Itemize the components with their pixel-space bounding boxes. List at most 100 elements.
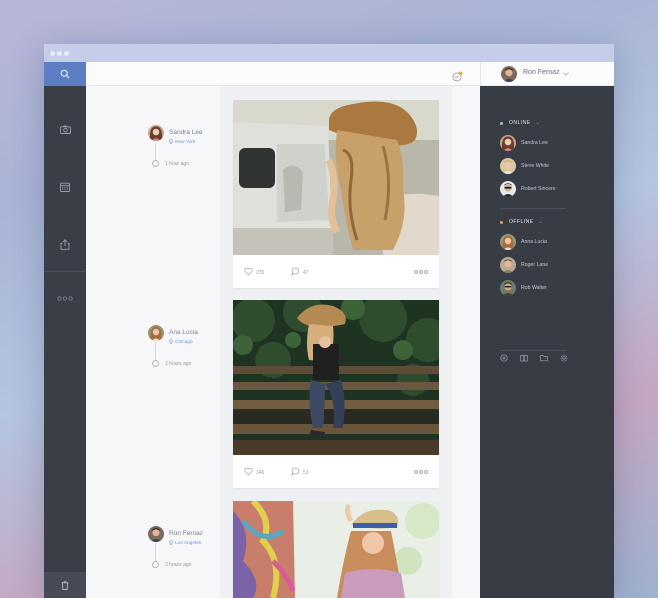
post-photo[interactable]	[233, 501, 439, 598]
window-maximize-dot[interactable]	[64, 51, 69, 56]
user-menu[interactable]: Ron Fernaz	[480, 62, 614, 86]
contacts-footer-divider	[500, 350, 566, 351]
location-pin-icon	[169, 339, 173, 344]
timeline-line	[155, 342, 156, 360]
camera-icon	[59, 125, 71, 134]
timeline-author[interactable]: Sandra Lee	[169, 129, 203, 136]
contact-item[interactable]: Anna Lucia	[500, 234, 547, 250]
avatar	[500, 135, 516, 151]
post-photo[interactable]	[233, 300, 439, 455]
window-titlebar	[44, 44, 614, 62]
post-card: 235 47	[233, 100, 439, 288]
chevron-down-icon[interactable]	[563, 72, 569, 76]
online-label: ONLINE	[509, 120, 531, 126]
notification-button[interactable]	[452, 69, 463, 87]
timeline-location-text: New York	[175, 140, 196, 145]
more-button[interactable]	[56, 291, 74, 305]
online-section-header[interactable]: ONLINE ⌄	[500, 120, 540, 126]
settings-icon[interactable]	[560, 354, 568, 362]
share-icon	[60, 238, 70, 250]
folder-icon[interactable]	[540, 354, 548, 362]
clock-icon	[152, 561, 159, 568]
share-button[interactable]	[58, 237, 72, 251]
contact-name: Rob Walter	[521, 285, 547, 291]
clock-icon	[152, 360, 159, 367]
avatar	[500, 158, 516, 174]
avatar[interactable]	[148, 325, 164, 341]
timeline-author[interactable]: Ana Lucia	[169, 329, 198, 336]
like-count: 346	[256, 470, 265, 476]
calendar-button[interactable]	[58, 180, 72, 194]
more-icon	[57, 295, 73, 301]
post-more-button[interactable]	[414, 270, 428, 274]
comment-count: 47	[303, 270, 309, 276]
location-pin-icon	[169, 139, 173, 144]
window-close-dot[interactable]	[50, 51, 55, 56]
offline-label: OFFLINE	[509, 219, 534, 225]
timeline-time: 1 hour ago	[165, 161, 189, 167]
post-more-button[interactable]	[414, 470, 428, 474]
avatar[interactable]	[148, 526, 164, 542]
contacts-divider	[500, 208, 566, 209]
avatar	[500, 280, 516, 296]
avatar[interactable]	[148, 125, 164, 141]
trash-button[interactable]	[44, 572, 86, 598]
avatar	[500, 257, 516, 273]
app-window: Ron Fernaz Sandra Lee New York 1 hour ag…	[44, 44, 614, 598]
feed-gutter	[452, 86, 480, 598]
online-status-dot	[500, 121, 503, 125]
timeline-line	[155, 142, 156, 160]
offline-section-header[interactable]: OFFLINE ⌄	[500, 219, 543, 225]
search-icon	[60, 69, 70, 79]
post-card: 346 53	[233, 300, 439, 488]
contact-name: Steve White	[521, 163, 549, 169]
book-icon[interactable]	[520, 354, 528, 362]
contact-name: Anna Lucia	[521, 239, 547, 245]
camera-button[interactable]	[58, 122, 72, 136]
post-photo[interactable]	[233, 100, 439, 255]
contact-name: Robert Sincere	[521, 186, 556, 192]
timeline-location-text: Chicago	[175, 340, 193, 345]
avatar	[501, 66, 517, 82]
timeline-location[interactable]: New York	[169, 139, 195, 145]
chevron-down-icon: ⌄	[538, 219, 544, 225]
contacts-panel: ONLINE ⌄ Sandra Lee Steve White Robert Si…	[480, 86, 614, 598]
timeline-location[interactable]: Chicago	[169, 339, 193, 345]
comment-icon[interactable]	[291, 467, 300, 476]
timeline-location[interactable]: Los Angeles	[169, 540, 201, 546]
timeline-line	[155, 543, 156, 561]
chevron-down-icon: ⌄	[535, 120, 541, 126]
post-card	[233, 501, 439, 598]
timeline-time: 2 hours ago	[165, 361, 192, 367]
timeline-location-text: Los Angeles	[175, 541, 202, 546]
contact-name: Roger Lane	[521, 262, 549, 268]
contact-item[interactable]: Steve White	[500, 158, 549, 174]
top-bar	[86, 62, 480, 86]
notification-icon	[452, 71, 463, 82]
offline-status-dot	[500, 220, 503, 224]
comment-icon[interactable]	[291, 267, 300, 276]
avatar	[500, 181, 516, 197]
location-pin-icon	[169, 540, 173, 545]
like-count: 235	[256, 270, 265, 276]
contact-item[interactable]: Rob Walter	[500, 280, 547, 296]
like-icon[interactable]	[244, 467, 253, 476]
contact-item[interactable]: Sandra Lee	[500, 135, 548, 151]
contact-name: Sandra Lee	[521, 140, 548, 146]
avatar	[500, 234, 516, 250]
contact-item[interactable]: Robert Sincere	[500, 181, 556, 197]
like-icon[interactable]	[244, 267, 253, 276]
window-minimize-dot[interactable]	[57, 51, 62, 56]
contact-item[interactable]: Roger Lane	[500, 257, 548, 273]
sidebar-divider	[44, 271, 86, 272]
add-icon[interactable]	[500, 354, 508, 362]
user-name: Ron Fernaz	[523, 69, 560, 76]
trash-icon	[61, 580, 69, 590]
timeline-time: 3 hours ago	[165, 562, 192, 568]
post-actions: 346 53	[233, 455, 439, 488]
timeline-column: Sandra Lee New York 1 hour ago Ana Lucia…	[86, 86, 220, 598]
comment-count: 53	[303, 470, 309, 476]
clock-icon	[152, 160, 159, 167]
search-button[interactable]	[44, 62, 86, 86]
timeline-author[interactable]: Ron Fernaz	[169, 530, 203, 537]
